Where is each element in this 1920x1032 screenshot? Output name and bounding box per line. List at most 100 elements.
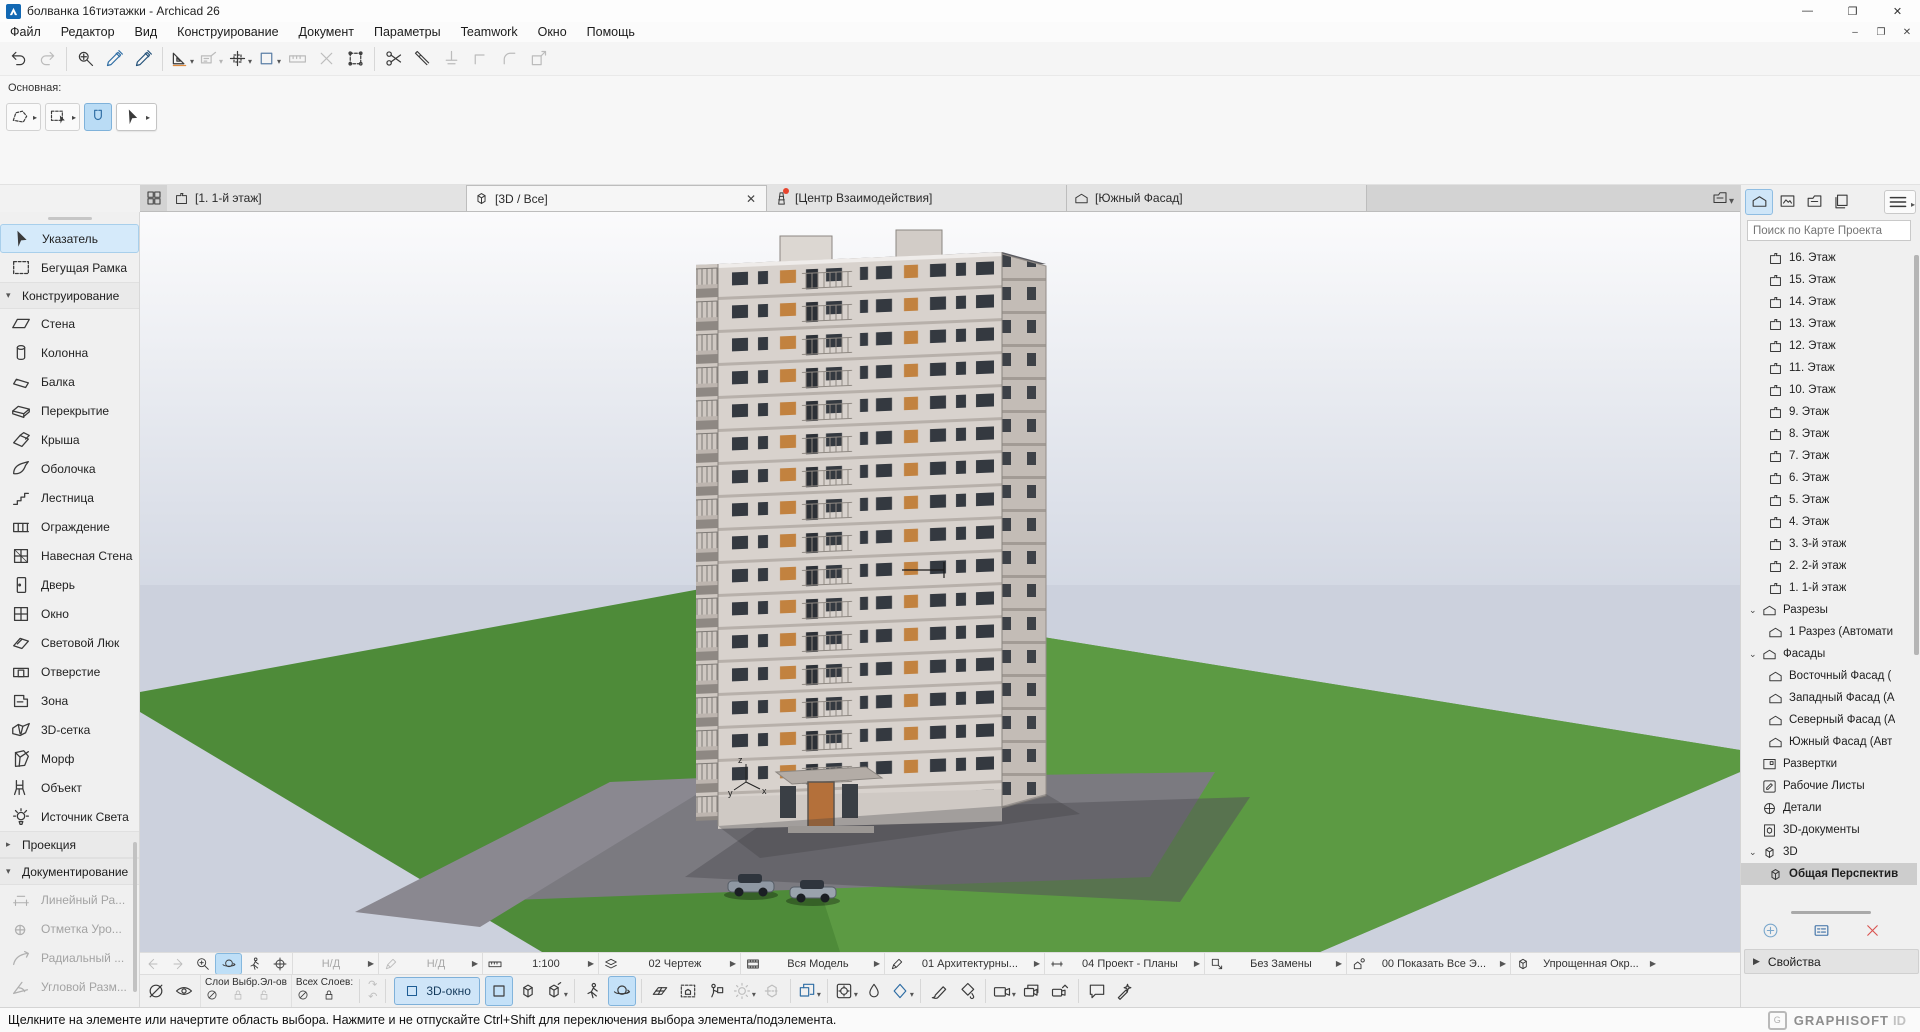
tree-item[interactable]: 13. Этаж	[1741, 313, 1917, 335]
toolbox-group-конструирование[interactable]: ▾Конструирование	[0, 282, 139, 309]
orbit-button[interactable]	[608, 976, 636, 1006]
tree-item[interactable]: 1. 1-й этаж	[1741, 577, 1917, 599]
camera-view-button[interactable]	[703, 977, 729, 1005]
tree-item[interactable]: ⌄Разрезы	[1741, 599, 1917, 621]
snap-points-button[interactable]: ▾	[226, 45, 253, 72]
perspective-box-button[interactable]	[485, 976, 513, 1006]
chevron-down-icon[interactable]: ▾	[564, 990, 568, 999]
render-preview-button[interactable]	[1112, 977, 1138, 1005]
scale-selector[interactable]: 1:100▶	[482, 953, 598, 975]
tool-stair[interactable]: Лестница	[0, 483, 139, 512]
home-camera-button[interactable]	[1047, 977, 1073, 1005]
view-tab-0[interactable]: [1. 1-й этаж]	[167, 185, 467, 211]
view-undo-redo[interactable]: ↷↶	[368, 976, 377, 1006]
tree-item[interactable]: 4. Этаж	[1741, 511, 1917, 533]
toolbox-drag-handle[interactable]	[48, 217, 92, 220]
toolbox-group-проекция[interactable]: ▸Проекция	[0, 831, 139, 858]
chevron-down-icon[interactable]: ⌄	[1749, 847, 1761, 858]
trim-button[interactable]	[380, 45, 407, 72]
orientation-selector[interactable]: Н/Д▶	[378, 953, 482, 975]
toolbox-group-документирование[interactable]: ▾Документирование	[0, 858, 139, 885]
menu-помощь[interactable]: Помощь	[577, 22, 645, 42]
chevron-down-icon[interactable]: ▾	[817, 990, 821, 999]
renovation-filter-selector[interactable]: 00 Показать Все Э...▶	[1346, 953, 1510, 975]
unlock-all-layers-button[interactable]	[322, 988, 342, 1005]
chevron-right-icon[interactable]: ▶	[588, 959, 594, 968]
copy-camera-button[interactable]	[1019, 977, 1045, 1005]
toolbox-scrollbar[interactable]	[133, 842, 137, 992]
explore-walk-button[interactable]	[580, 977, 606, 1005]
tree-item[interactable]: 7. Этаж	[1741, 445, 1917, 467]
view-tab-3[interactable]: [Южный Фасад]	[1067, 185, 1367, 211]
paint-bucket-button[interactable]	[954, 977, 980, 1005]
orbit-button[interactable]	[215, 953, 242, 975]
chevron-down-icon[interactable]: ▾	[248, 57, 252, 66]
menu-окно[interactable]: Окно	[528, 22, 577, 42]
tree-item[interactable]: Западный Фасад (А	[1741, 687, 1917, 709]
chevron-right-icon[interactable]: ▶	[1336, 959, 1342, 968]
tree-item[interactable]: Южный Фасад (Авт	[1741, 731, 1917, 753]
split-button[interactable]	[409, 45, 436, 72]
tool-opening[interactable]: Отверстие	[0, 657, 139, 686]
properties-section-header[interactable]: ▶ Свойства	[1744, 949, 1919, 974]
viewport-3d[interactable]: z y x	[140, 212, 1740, 952]
magnet-snap-button[interactable]	[84, 103, 112, 131]
arrow-tool-preset-button[interactable]: ▸	[116, 103, 157, 131]
pick-up-style-button[interactable]	[861, 977, 887, 1005]
zoom-value-selector[interactable]: Н/Д▶	[292, 953, 378, 975]
tree-item[interactable]: 15. Этаж	[1741, 269, 1917, 291]
navigator-menu-button[interactable]: ▸	[1884, 190, 1916, 214]
transfer-settings-button[interactable]: ▾	[796, 977, 822, 1005]
constraint-button[interactable]	[313, 45, 340, 72]
nav-add-view-button[interactable]	[1753, 921, 1788, 943]
chevron-down-icon[interactable]: ⌄	[1749, 649, 1761, 660]
inject-parameters-alt-button[interactable]	[130, 45, 157, 72]
filter-elements-button[interactable]: ▾	[833, 977, 859, 1005]
menu-документ[interactable]: Документ	[289, 22, 364, 42]
markup-bubble-button[interactable]	[1084, 977, 1110, 1005]
tree-item[interactable]: 1 Разрез (Автомати	[1741, 621, 1917, 643]
tree-item[interactable]: Детали	[1741, 797, 1917, 819]
tab-list-chevron-icon[interactable]: ▾	[1729, 196, 1734, 207]
chevron-down-icon[interactable]: ▾	[277, 57, 281, 66]
projection-button[interactable]: ▾	[543, 977, 569, 1005]
tree-item[interactable]: Общая Перспектив	[1741, 863, 1917, 885]
tool-light[interactable]: Источник Света	[0, 802, 139, 831]
chevron-right-icon[interactable]: ▸	[33, 113, 37, 122]
guide-lines-button[interactable]: ▾	[168, 45, 195, 72]
pick-up-parameters-button[interactable]	[72, 45, 99, 72]
3d-style-selector[interactable]: Упрощенная Окр...▶	[1510, 953, 1660, 975]
transform-box-button[interactable]	[342, 45, 369, 72]
tree-item[interactable]: 12. Этаж	[1741, 335, 1917, 357]
publisher-sets-button[interactable]	[1828, 190, 1854, 214]
menu-редактор[interactable]: Редактор	[51, 22, 125, 42]
tool-wall[interactable]: Стена	[0, 309, 139, 338]
new-camera-button[interactable]: ▾	[991, 977, 1017, 1005]
nav-delete-button[interactable]	[1855, 921, 1890, 943]
tool-morph[interactable]: Морф	[0, 744, 139, 773]
tool-slab[interactable]: Перекрытие	[0, 396, 139, 425]
tool-windowx[interactable]: Окно	[0, 599, 139, 628]
chevron-down-icon[interactable]: ▾	[910, 990, 914, 999]
inject-parameters-button[interactable]	[101, 45, 128, 72]
close-icon[interactable]: ✕	[1875, 0, 1920, 22]
tool-door[interactable]: Дверь	[0, 570, 139, 599]
chevron-right-icon[interactable]: ▶	[874, 959, 880, 968]
explore-walk-button[interactable]	[242, 954, 267, 974]
chevron-right-icon[interactable]: ▶	[1500, 959, 1506, 968]
chevron-right-icon[interactable]: ▶	[472, 959, 478, 968]
hide-layer-button[interactable]	[205, 988, 225, 1005]
3d-cutaway-button[interactable]	[759, 977, 785, 1005]
dimension-style-selector[interactable]: 04 Проект - Планы▶	[1044, 953, 1204, 975]
navigator-scrollbar[interactable]	[1914, 255, 1919, 655]
fit-in-window-button[interactable]	[267, 954, 292, 974]
tree-item[interactable]: Северный Фасад (А	[1741, 709, 1917, 731]
tool-dimang[interactable]: Угловой Разм...	[0, 972, 139, 1001]
forward-button[interactable]	[165, 954, 190, 974]
measure-button[interactable]	[284, 45, 311, 72]
nav-settings-button[interactable]	[1804, 921, 1839, 943]
apply-style-button[interactable]: ▾	[889, 977, 915, 1005]
surface-painter-button[interactable]	[926, 977, 952, 1005]
tree-item[interactable]: 3. 3-й этаж	[1741, 533, 1917, 555]
menu-конструирование[interactable]: Конструирование	[167, 22, 288, 42]
